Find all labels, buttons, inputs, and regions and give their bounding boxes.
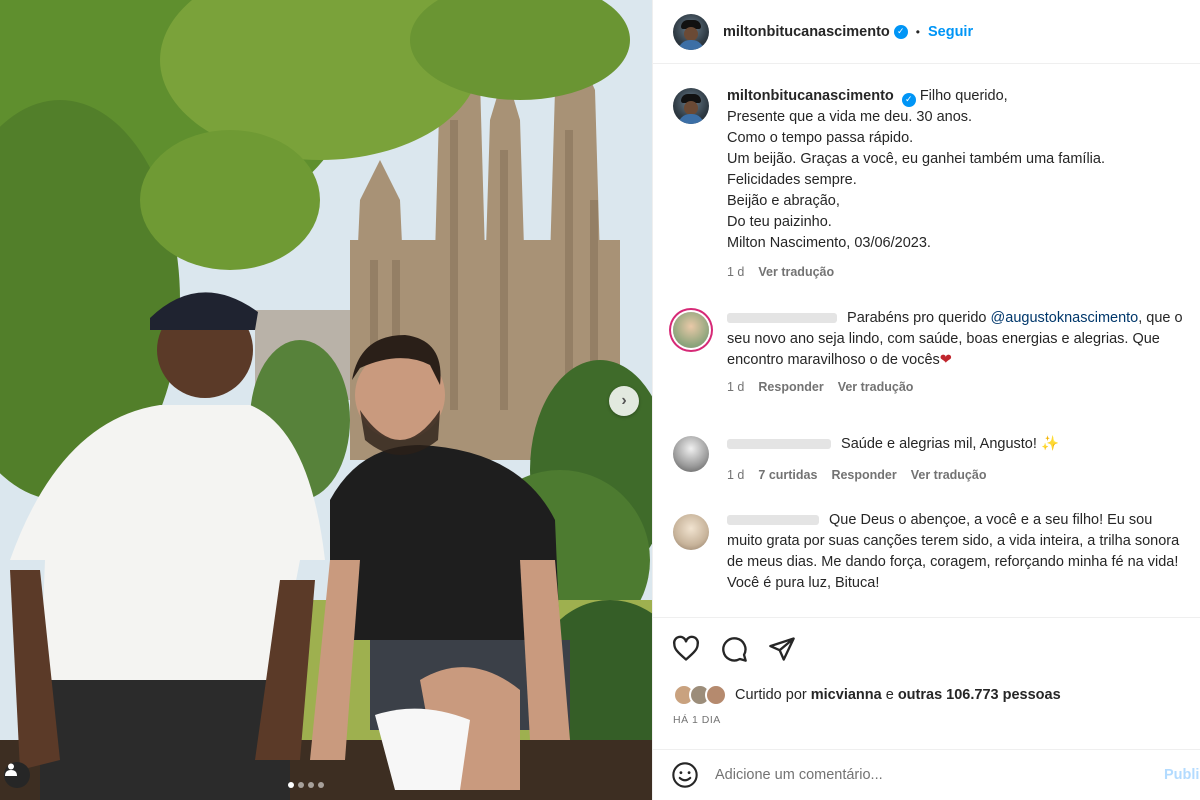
caption-line: Beijão e abração, (727, 193, 840, 209)
mention-link[interactable]: @augustoknascimento (991, 310, 1139, 326)
comments-list[interactable]: miltonbitucanascimento ✓ Filho querido, P… (653, 66, 1200, 618)
translate-link[interactable]: Ver tradução (758, 262, 834, 283)
liker-avatar (705, 684, 727, 706)
caption-line: Filho querido, (919, 88, 1008, 104)
post-header: miltonbitucanascimento ✓ • Seguir (653, 0, 1200, 64)
send-icon (769, 637, 795, 661)
add-comment-bar: Adicione um comentário... Publicar (653, 749, 1200, 800)
translate-link[interactable]: Ver tradução (911, 465, 987, 486)
comment-item: Saúde e alegrias mil, Angusto! ✨ 1 d 7 c… (653, 432, 1200, 486)
likes-others[interactable]: outras 106.773 pessoas (898, 687, 1061, 703)
commenter-avatar[interactable] (673, 312, 709, 348)
comment-icon (722, 637, 747, 662)
caption-line: Do teu paizinho. (727, 214, 832, 230)
heart-icon (673, 635, 699, 661)
emoji-icon[interactable] (671, 761, 699, 789)
carousel-dot (298, 782, 304, 788)
comment-text: Parabéns pro querido (847, 310, 991, 326)
reply-button[interactable]: Responder (758, 377, 823, 398)
verified-badge-icon: ✓ (901, 92, 916, 107)
caption-line: Milton Nascimento, 03/06/2023. (727, 235, 931, 251)
author-avatar[interactable] (673, 13, 709, 50)
post-photo[interactable]: › (0, 0, 652, 800)
likes-summary[interactable]: Curtido por micvianna e outras 106.773 p… (673, 684, 1061, 706)
comment-item: Que Deus o abençoe, a você e a seu filho… (653, 510, 1200, 594)
verified-badge-icon: ✓ (893, 24, 908, 39)
carousel-dots (288, 782, 324, 788)
comment-button[interactable] (719, 634, 749, 664)
share-button[interactable] (767, 634, 797, 664)
author-username[interactable]: miltonbitucanascimento (723, 24, 890, 40)
comment-likes[interactable]: 7 curtidas (758, 465, 817, 486)
chevron-right-icon: › (621, 392, 627, 409)
carousel-dot (288, 782, 294, 788)
translate-link[interactable]: Ver tradução (838, 377, 914, 398)
commenter-avatar[interactable] (673, 514, 709, 550)
commenter-username-redacted (727, 439, 831, 450)
commenter-avatar[interactable] (673, 436, 709, 472)
caption-line: Um beijão. Graças a você, eu ganhei tamb… (727, 151, 1105, 167)
sparkles-emoji: ✨ (1040, 436, 1059, 452)
commenter-username-redacted (727, 313, 837, 324)
photo-illustration (0, 0, 652, 800)
caption: miltonbitucanascimento ✓ Filho querido, P… (653, 86, 1200, 283)
caption-time: 1 d (727, 265, 745, 279)
comment-time: 1 d (727, 468, 745, 482)
comment-text: Saúde e alegrias mil, Angusto! (841, 436, 1037, 452)
tagged-users-button[interactable] (4, 762, 30, 788)
like-button[interactable] (671, 634, 701, 664)
heart-emoji: ❤ (939, 352, 952, 368)
comment-time: 1 d (727, 380, 745, 394)
carousel-next-button[interactable]: › (609, 386, 639, 416)
follow-button[interactable]: Seguir (928, 24, 973, 40)
caption-username[interactable]: miltonbitucanascimento (727, 88, 894, 104)
caption-line: Felicidades sempre. (727, 172, 857, 188)
post-date: HÁ 1 DIA (673, 714, 721, 726)
reply-button[interactable]: Responder (831, 465, 896, 486)
commenter-username-redacted (727, 515, 819, 526)
carousel-dot (318, 782, 324, 788)
liker-avatars (673, 684, 727, 706)
likes-joiner: e (885, 687, 894, 703)
caption-line: Como o tempo passa rápido. (727, 130, 914, 146)
caption-line: Presente que a vida me deu. 30 anos. (727, 109, 973, 125)
separator-dot: • (915, 24, 920, 39)
publish-button[interactable]: Publicar (1164, 767, 1200, 783)
comment-input[interactable]: Adicione um comentário... (715, 767, 1200, 783)
carousel-dot (308, 782, 314, 788)
author-avatar[interactable] (673, 88, 709, 124)
comment-item: Parabéns pro querido @augustoknascimento… (653, 308, 1200, 398)
user-tag-icon (5, 763, 17, 776)
post-actions: Curtido por micvianna e outras 106.773 p… (653, 617, 1200, 749)
post-side-panel: miltonbitucanascimento ✓ • Seguir milton… (652, 0, 1200, 800)
liker-username[interactable]: micvianna (811, 687, 882, 703)
likes-prefix: Curtido por (735, 687, 807, 703)
